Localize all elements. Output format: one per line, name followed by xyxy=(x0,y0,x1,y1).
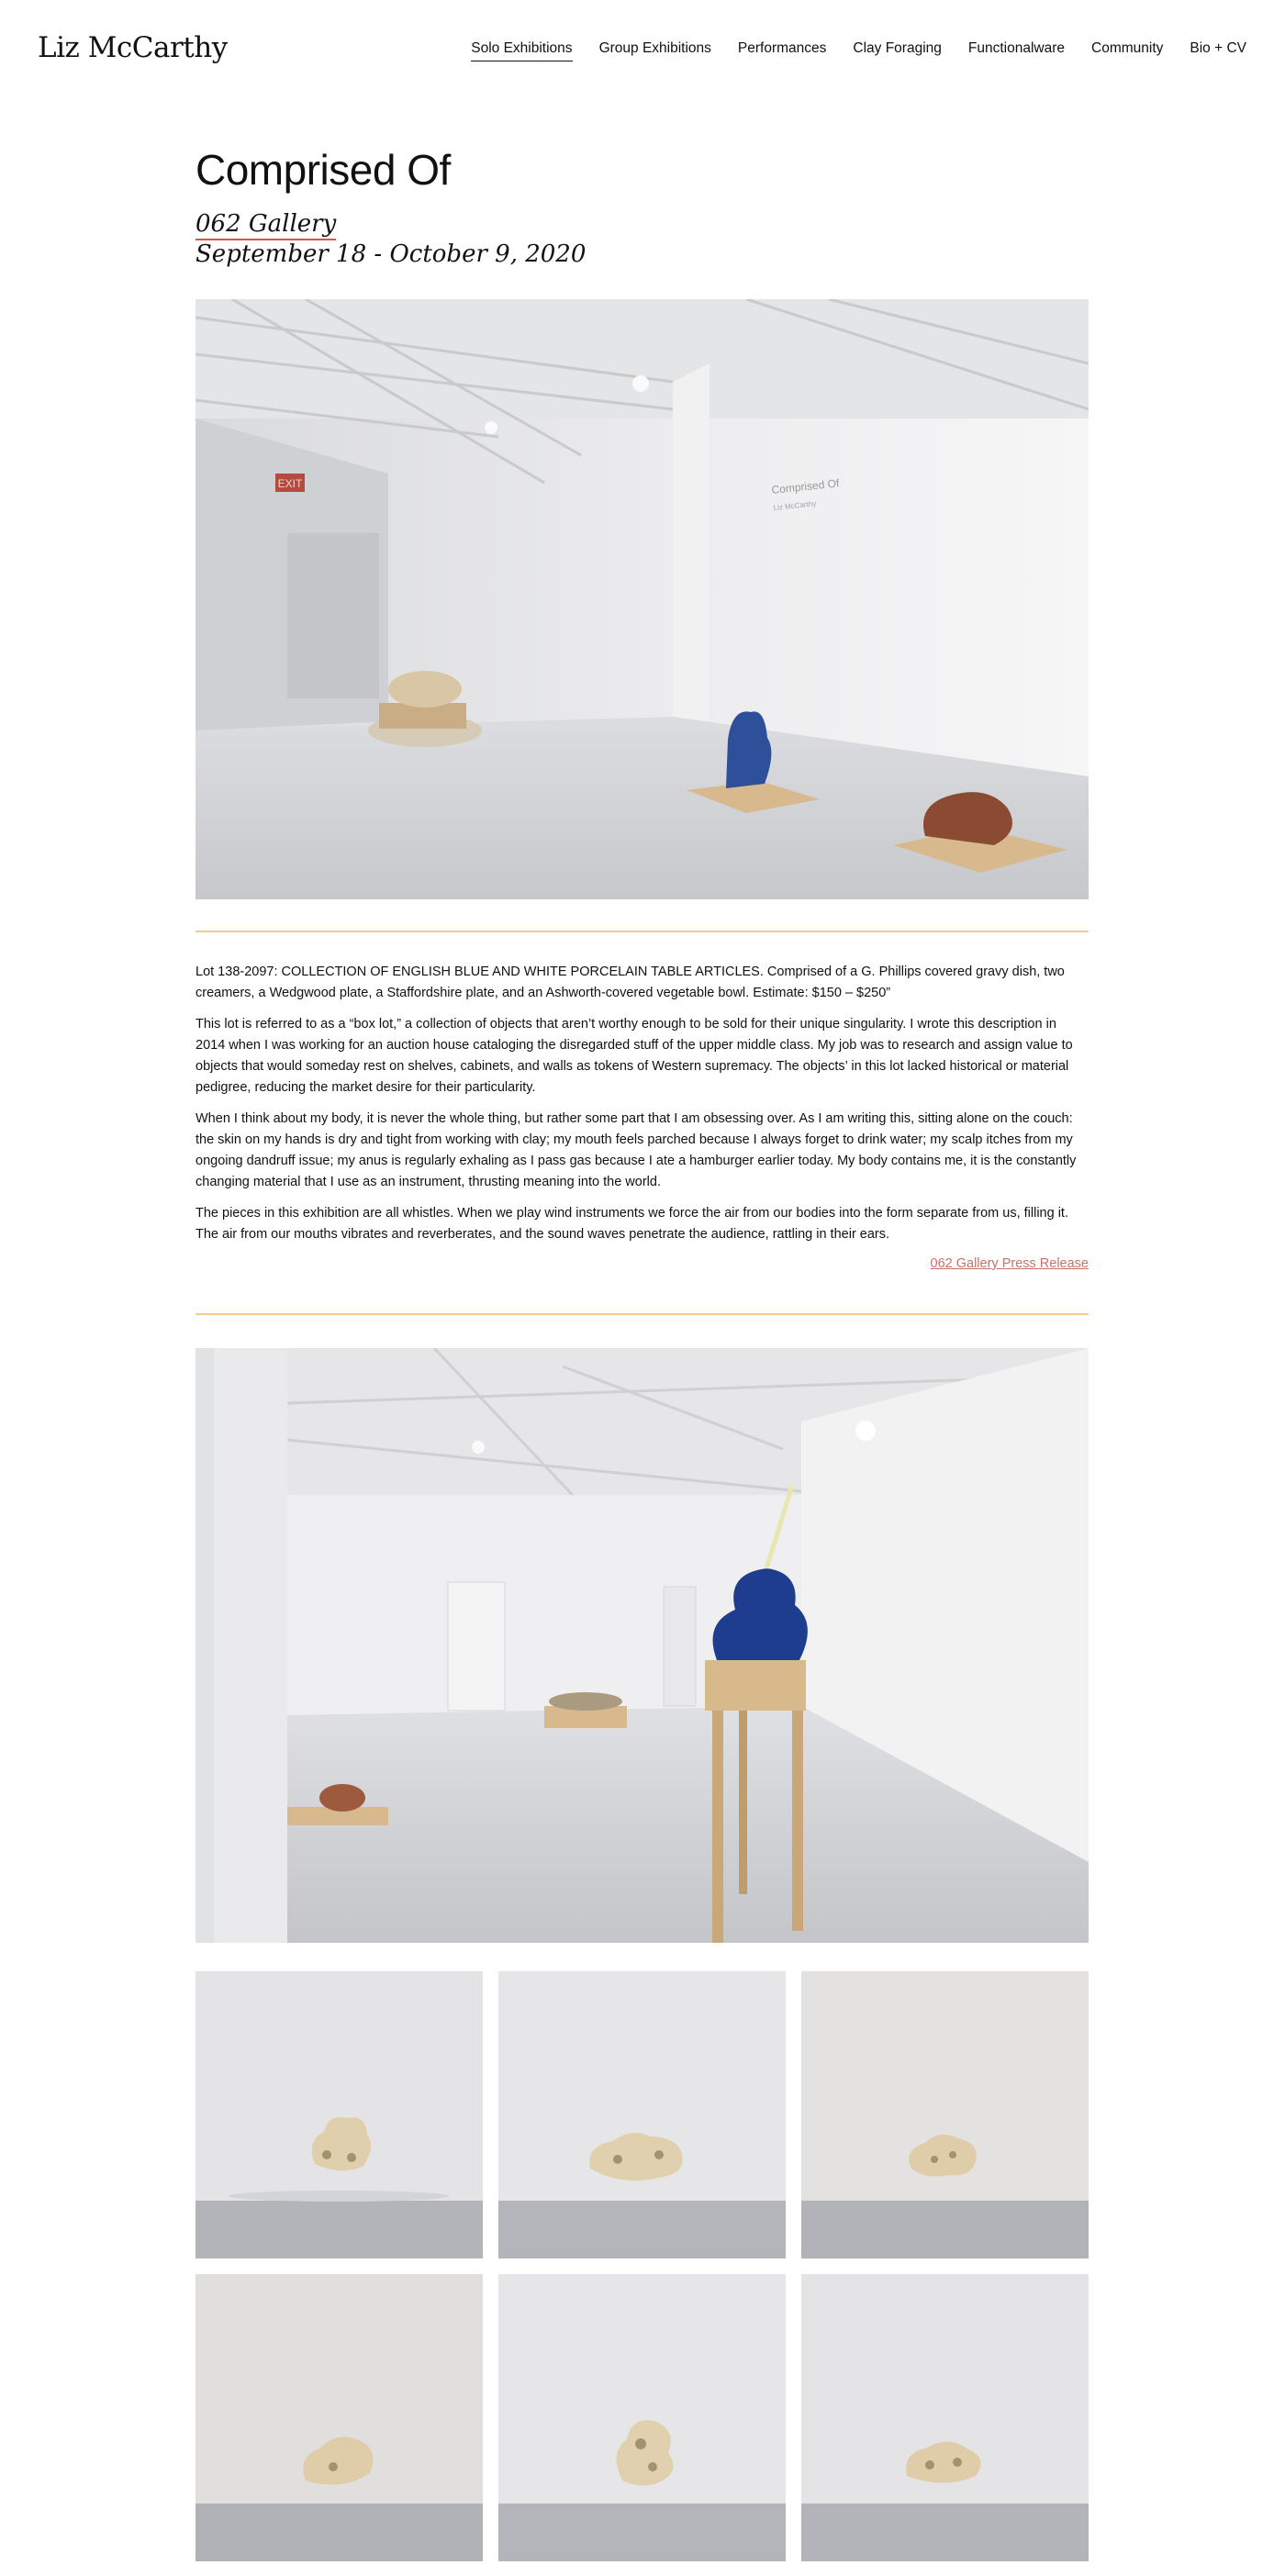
statement-paragraph: The pieces in this exhibition are all wh… xyxy=(196,1206,1068,1242)
section-divider xyxy=(196,931,1089,932)
statement-paragraph: When I think about my body, it is never … xyxy=(196,1111,1077,1189)
sculpture-photo-2[interactable] xyxy=(498,1971,786,2258)
site-header: Liz McCarthy Solo Exhibitions Group Exhi… xyxy=(0,0,1285,101)
installation-photo-1[interactable]: EXIT Comprised Of Liz McCarthy xyxy=(196,299,1089,899)
section-divider xyxy=(196,1313,1089,1315)
sculpture-photo-4[interactable] xyxy=(196,2274,483,2561)
exhibition-dates: September 18 - October 9, 2020 xyxy=(196,240,587,268)
nav-community[interactable]: Community xyxy=(1091,40,1163,61)
sculpture-photo-6[interactable] xyxy=(801,2274,1089,2561)
statement-paragraph: This lot is referred to as a “box lot,” … xyxy=(196,1017,1073,1095)
page-title: Comprised Of xyxy=(196,146,451,194)
svg-text:EXIT: EXIT xyxy=(278,477,303,490)
press-release-link[interactable]: 062 Gallery Press Release xyxy=(196,1254,1089,1275)
gallery-link[interactable]: 062 Gallery xyxy=(196,209,337,240)
nav-bio-cv[interactable]: Bio + CV xyxy=(1190,40,1246,61)
site-logo-link[interactable]: Liz McCarthy xyxy=(38,31,228,64)
exhibition-statement: Lot 138-2097: COLLECTION OF ENGLISH BLUE… xyxy=(196,962,1089,1275)
nav-functionalware[interactable]: Functionalware xyxy=(968,40,1065,61)
nav-group-exhibitions[interactable]: Group Exhibitions xyxy=(599,40,711,61)
installation-photo-2[interactable] xyxy=(196,1348,1089,1943)
nav-clay-foraging[interactable]: Clay Foraging xyxy=(853,40,942,61)
statement-paragraph: Lot 138-2097: COLLECTION OF ENGLISH BLUE… xyxy=(196,965,1065,1000)
nav-solo-exhibitions[interactable]: Solo Exhibitions xyxy=(471,40,573,61)
sculpture-photo-3[interactable] xyxy=(801,1971,1089,2258)
main-nav: Solo Exhibitions Group Exhibitions Perfo… xyxy=(471,40,1246,61)
sculpture-photo-5[interactable] xyxy=(498,2274,786,2561)
sculpture-photo-1[interactable] xyxy=(196,1971,483,2258)
nav-performances[interactable]: Performances xyxy=(738,40,826,61)
